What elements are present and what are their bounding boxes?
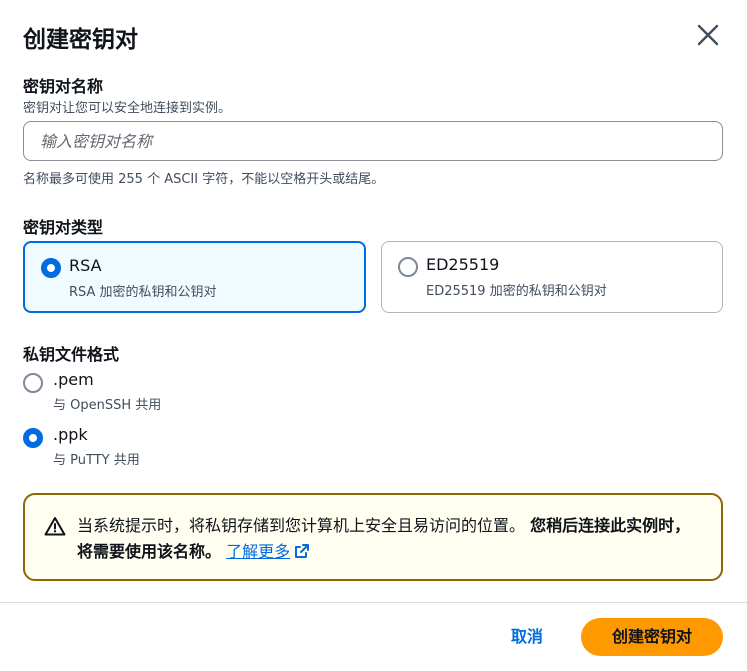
close-icon: [697, 24, 719, 46]
create-key-pair-modal: 创建密钥对 密钥对名称 密钥对让您可以安全地连接到实例。 名称最多可使用 255…: [0, 0, 747, 671]
create-key-pair-button[interactable]: 创建密钥对: [581, 618, 723, 656]
warning-alert: 当系统提示时，将私钥存储到您计算机上安全且易访问的位置。 您稍后连接此实例时，将…: [23, 493, 723, 581]
footer-divider: [0, 602, 747, 603]
key-name-input[interactable]: [23, 121, 723, 161]
key-type-label: 密钥对类型: [23, 218, 104, 237]
learn-more-link[interactable]: 了解更多: [226, 542, 310, 561]
file-format-option-ppk[interactable]: .ppk 与 PuTTY 共用: [23, 425, 223, 469]
key-name-description: 密钥对让您可以安全地连接到实例。: [23, 101, 232, 116]
external-link-icon: [295, 544, 310, 558]
alert-message: 当系统提示时，将私钥存储到您计算机上安全且易访问的位置。 您稍后连接此实例时，将…: [77, 513, 705, 565]
ed25519-option-description: ED25519 加密的私钥和公钥对: [426, 284, 607, 299]
rsa-option-title: RSA: [69, 256, 102, 275]
pem-option-title: .pem: [53, 370, 94, 389]
alert-text: 当系统提示时，将私钥存储到您计算机上安全且易访问的位置。: [77, 516, 526, 535]
file-format-label: 私钥文件格式: [23, 345, 120, 364]
ppk-radio[interactable]: [23, 428, 43, 448]
ed25519-option-title: ED25519: [426, 255, 500, 274]
ppk-option-title: .ppk: [53, 425, 88, 444]
key-name-label: 密钥对名称: [23, 77, 104, 96]
warning-icon: [44, 517, 66, 536]
key-type-option-ed25519[interactable]: ED25519 ED25519 加密的私钥和公钥对: [381, 241, 723, 313]
ppk-option-description: 与 PuTTY 共用: [53, 453, 140, 468]
rsa-option-description: RSA 加密的私钥和公钥对: [69, 285, 217, 300]
modal-title: 创建密钥对: [23, 27, 138, 53]
learn-more-label: 了解更多: [226, 542, 291, 561]
close-button[interactable]: [694, 21, 722, 49]
ed25519-radio[interactable]: [398, 257, 418, 277]
file-format-option-pem[interactable]: .pem 与 OpenSSH 共用: [23, 370, 223, 414]
key-name-constraint: 名称最多可使用 255 个 ASCII 字符，不能以空格开头或结尾。: [23, 172, 385, 187]
rsa-radio[interactable]: [41, 258, 61, 278]
cancel-button[interactable]: 取消: [496, 618, 558, 656]
pem-radio[interactable]: [23, 373, 43, 393]
pem-option-description: 与 OpenSSH 共用: [53, 398, 162, 413]
key-type-option-rsa[interactable]: RSA RSA 加密的私钥和公钥对: [23, 241, 366, 313]
